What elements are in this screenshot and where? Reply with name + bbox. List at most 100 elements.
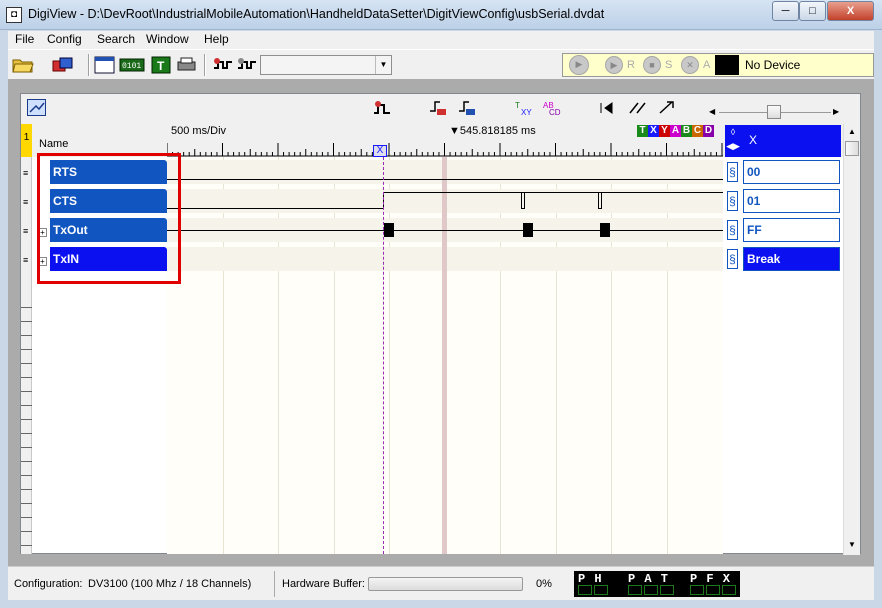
hardware-buffer-percent: 0% bbox=[536, 578, 552, 590]
scroll-thumb[interactable] bbox=[767, 105, 781, 119]
color-tab-y[interactable]: Y bbox=[659, 125, 670, 137]
grid-line bbox=[500, 157, 501, 554]
scroll-left-icon[interactable]: ◀ bbox=[709, 107, 715, 116]
time-scale-label: 500 ms/Div bbox=[171, 125, 227, 137]
signal-format-icon[interactable]: § bbox=[727, 162, 738, 182]
abcd-icon[interactable]: AB CD bbox=[542, 99, 562, 117]
color-tab-x[interactable]: X bbox=[648, 125, 659, 137]
grid-line bbox=[278, 157, 279, 554]
waveform-plot[interactable] bbox=[167, 157, 723, 554]
open-folder-icon[interactable] bbox=[12, 56, 34, 74]
text-view-icon[interactable]: T bbox=[151, 56, 173, 74]
scroll-right-icon[interactable]: ▶ bbox=[833, 107, 839, 116]
menu-search[interactable]: Search bbox=[97, 32, 135, 46]
grip-icon[interactable]: ≡ bbox=[23, 256, 31, 265]
window-title: DigiView - D:\DevRoot\IndustrialMobileAu… bbox=[28, 7, 605, 21]
value-cts: 01 bbox=[743, 189, 840, 213]
menu-config[interactable]: Config bbox=[47, 32, 82, 46]
waveform-toolbar: T XY AB CD ◀ ▶ bbox=[21, 94, 860, 124]
row-divider bbox=[21, 461, 32, 462]
app-icon: ◘ bbox=[6, 7, 22, 23]
signal-format-icon[interactable]: § bbox=[727, 191, 738, 211]
trigger-combo[interactable]: ▼ bbox=[260, 55, 392, 75]
hardware-buffer-bar bbox=[368, 577, 523, 591]
edge-out-icon[interactable] bbox=[457, 99, 477, 117]
configuration-value: DV3100 (100 Mhz / 18 Channels) bbox=[88, 578, 252, 590]
led-t bbox=[660, 585, 674, 595]
cts-pulse-edge bbox=[598, 192, 599, 208]
cts-pulse-low bbox=[521, 208, 525, 209]
value-txin: Break bbox=[743, 247, 840, 271]
title-bar: ◘ DigiView - D:\DevRoot\IndustrialMobile… bbox=[0, 0, 882, 30]
color-tab-c[interactable]: C bbox=[692, 125, 703, 137]
waveform-window-icon[interactable] bbox=[94, 56, 116, 74]
stop-icon[interactable]: ■ bbox=[643, 56, 661, 74]
column-resize-icon[interactable]: ◊ ◀▶ bbox=[725, 125, 741, 157]
grip-icon[interactable]: ≡ bbox=[23, 227, 31, 236]
row-divider bbox=[21, 377, 32, 378]
color-tab-a[interactable]: A bbox=[670, 125, 681, 137]
trigger-icon[interactable] bbox=[372, 99, 392, 117]
x-cursor-line[interactable] bbox=[383, 157, 384, 554]
cts-pulse-edge bbox=[601, 192, 602, 208]
svg-text:XY: XY bbox=[521, 108, 532, 117]
signal-format-icon[interactable]: § bbox=[727, 249, 738, 269]
grid-line bbox=[389, 157, 390, 554]
scroll-thumb[interactable] bbox=[845, 141, 859, 156]
row-divider bbox=[21, 419, 32, 420]
menu-file[interactable]: File bbox=[15, 32, 34, 46]
edge-in-icon[interactable] bbox=[428, 99, 448, 117]
vertical-scrollbar[interactable]: ▲ ▼ bbox=[843, 124, 860, 555]
capture-settings-icon[interactable] bbox=[212, 56, 234, 74]
horizontal-scrollbar[interactable]: ◀ ▶ bbox=[709, 104, 843, 120]
abort-icon[interactable]: ✕ bbox=[681, 56, 699, 74]
time-ruler bbox=[167, 143, 723, 157]
scroll-up-icon[interactable]: ▲ bbox=[848, 127, 856, 136]
save-capture-icon[interactable] bbox=[52, 56, 74, 74]
print-icon[interactable] bbox=[176, 56, 198, 74]
grip-icon[interactable]: ≡ bbox=[23, 169, 31, 178]
next-edge-icon[interactable] bbox=[627, 99, 647, 117]
minimize-button[interactable]: ─ bbox=[772, 1, 799, 21]
row-divider bbox=[21, 349, 32, 350]
highlight-box bbox=[37, 153, 181, 284]
grip-icon[interactable]: ≡ bbox=[23, 198, 31, 207]
svg-text:CD: CD bbox=[549, 108, 561, 117]
led-p bbox=[628, 585, 642, 595]
jump-icon[interactable] bbox=[657, 99, 677, 117]
color-tab-a-label: A bbox=[671, 125, 680, 136]
close-button[interactable]: X bbox=[827, 1, 874, 21]
row-divider bbox=[21, 475, 32, 476]
maximize-button[interactable]: □ bbox=[799, 1, 826, 21]
chevron-down-icon[interactable]: ▼ bbox=[375, 56, 391, 74]
search-settings-icon[interactable] bbox=[236, 56, 258, 74]
cursor-time-label: ▼545.818185 ms bbox=[449, 125, 536, 137]
color-tab-b-label: B bbox=[682, 125, 691, 136]
grid-line bbox=[222, 157, 224, 554]
run-repeat-label: R bbox=[627, 59, 635, 71]
menu-window[interactable]: Window bbox=[146, 32, 189, 46]
row-divider bbox=[21, 545, 32, 546]
row-divider bbox=[21, 531, 32, 532]
txy-icon[interactable]: T XY bbox=[514, 99, 534, 117]
status-leds: P H P A T P F X bbox=[574, 571, 740, 597]
run-repeat-icon[interactable]: ▶ bbox=[605, 56, 623, 74]
color-tab-b[interactable]: B bbox=[681, 125, 692, 137]
rts-trace bbox=[167, 179, 723, 180]
led-f bbox=[706, 585, 720, 595]
state-list-icon[interactable]: 0101 bbox=[119, 56, 145, 74]
x-cursor-tag[interactable]: X bbox=[373, 145, 387, 157]
zoom-fit-icon[interactable] bbox=[27, 99, 46, 116]
run-icon[interactable]: ▶ bbox=[569, 55, 589, 75]
toolbar: 0101 T ▼ ▶ ▶ R ■ S ✕ A No Device bbox=[8, 49, 874, 79]
color-tab-t[interactable]: T bbox=[637, 125, 648, 137]
led-group-pfx: P F X bbox=[690, 572, 732, 586]
txout-data-block bbox=[600, 223, 610, 237]
menu-help[interactable]: Help bbox=[204, 32, 229, 46]
signal-format-icon[interactable]: § bbox=[727, 220, 738, 240]
color-tab-d[interactable]: D bbox=[703, 125, 714, 137]
led-p bbox=[690, 585, 704, 595]
prev-edge-icon[interactable] bbox=[597, 99, 617, 117]
scroll-down-icon[interactable]: ▼ bbox=[848, 540, 856, 549]
row-divider bbox=[21, 363, 32, 364]
